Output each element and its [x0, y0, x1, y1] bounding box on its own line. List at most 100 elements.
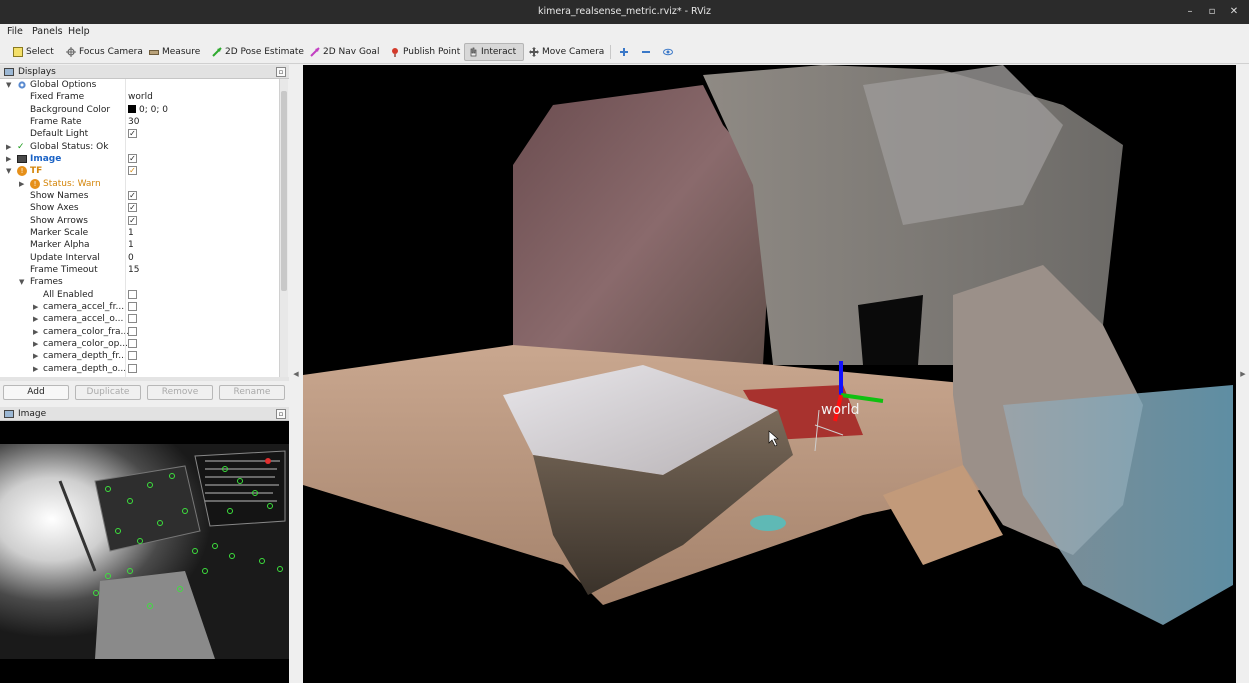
tool-move-camera[interactable]: Move Camera	[525, 43, 608, 61]
displays-horizontal-scrollbar[interactable]	[0, 377, 289, 381]
image-panel-icon	[4, 409, 14, 418]
toolbar-separator	[610, 45, 611, 59]
close-displays-panel-button[interactable]: ▫	[276, 67, 286, 77]
expand-arrow-icon[interactable]: ▶	[33, 301, 38, 313]
menu-help[interactable]: Help	[68, 26, 90, 37]
add-tool-button[interactable]	[615, 43, 633, 61]
minimize-button[interactable]: –	[1182, 4, 1198, 20]
frame-rate-label: Frame Rate	[30, 117, 82, 127]
tree-row-fixed-frame[interactable]: Fixed Frame world	[0, 91, 279, 103]
expand-arrow-icon[interactable]: ▶	[6, 141, 11, 153]
tree-row-frame-item[interactable]: ▶ camera_color_fra...	[0, 326, 279, 338]
tf-display-checkbox[interactable]: ✓	[128, 166, 137, 175]
tree-row-tf-status[interactable]: ▶ ! Status: Warn	[0, 178, 279, 190]
expand-arrow-icon[interactable]: ▶	[19, 178, 24, 190]
tree-row-frame-item[interactable]: ▶ camera_accel_o...	[0, 313, 279, 325]
frame-item-checkbox[interactable]	[128, 351, 137, 360]
visibility-tool-button[interactable]	[659, 43, 677, 61]
tree-row-default-light[interactable]: Default Light ✓	[0, 128, 279, 140]
tool-2d-nav-goal[interactable]: 2D Nav Goal	[306, 43, 383, 61]
remove-display-button[interactable]: Remove	[147, 385, 213, 400]
tree-row-global-options[interactable]: ▼ Global Options	[0, 79, 279, 91]
frame-item-checkbox[interactable]	[128, 364, 137, 373]
menu-panels[interactable]: Panels	[32, 26, 63, 37]
splitter-arrow-icon: ▶	[1240, 370, 1246, 378]
close-image-panel-button[interactable]: ▫	[276, 409, 286, 419]
right-splitter[interactable]: ▶	[1236, 65, 1249, 683]
expand-arrow-icon[interactable]: ▶	[33, 326, 38, 338]
tree-row-frame-rate[interactable]: Frame Rate 30	[0, 116, 279, 128]
tree-row-update-interval[interactable]: Update Interval 0	[0, 252, 279, 264]
warning-icon: !	[30, 179, 40, 189]
expand-arrow-icon[interactable]: ▶	[33, 313, 38, 325]
scrollbar-thumb[interactable]	[281, 91, 287, 291]
tool-bar: Select Focus Camera Measure 2D Pose Esti…	[0, 40, 1249, 64]
collapse-arrow-icon[interactable]: ▼	[6, 79, 11, 91]
tool-measure[interactable]: Measure	[145, 43, 204, 61]
close-window-button[interactable]: ✕	[1226, 4, 1242, 20]
tool-2d-pose-estimate-label: 2D Pose Estimate	[225, 47, 304, 57]
tree-row-show-names[interactable]: Show Names ✓	[0, 190, 279, 202]
frame-item-checkbox[interactable]	[128, 339, 137, 348]
3d-render-view[interactable]: world	[303, 65, 1236, 683]
show-arrows-label: Show Arrows	[30, 216, 88, 226]
tree-row-frame-timeout[interactable]: Frame Timeout 15	[0, 264, 279, 276]
tool-publish-point[interactable]: Publish Point	[386, 43, 464, 61]
tree-row-frame-item[interactable]: ▶ camera_color_op...	[0, 338, 279, 350]
maximize-button[interactable]: ▫	[1204, 4, 1220, 20]
collapse-arrow-icon[interactable]: ▼	[6, 165, 11, 177]
tool-2d-pose-estimate[interactable]: 2D Pose Estimate	[208, 43, 308, 61]
expand-arrow-icon[interactable]: ▶	[6, 153, 11, 165]
tree-row-show-arrows[interactable]: Show Arrows ✓	[0, 215, 279, 227]
expand-arrow-icon[interactable]: ▶	[33, 363, 38, 375]
frame-timeout-value[interactable]: 15	[128, 264, 139, 276]
remove-tool-icon	[642, 51, 650, 53]
fixed-frame-value[interactable]: world	[128, 91, 153, 103]
all-enabled-checkbox[interactable]	[128, 290, 137, 299]
tree-row-frame-item[interactable]: ▶ camera_depth_o...	[0, 363, 279, 375]
frame-item-label: camera_depth_fr...	[43, 351, 127, 361]
marker-scale-value[interactable]: 1	[128, 227, 134, 239]
tree-row-frame-item[interactable]: ▶ camera_depth_fr...	[0, 350, 279, 362]
show-axes-checkbox[interactable]: ✓	[128, 203, 137, 212]
tree-row-frame-item[interactable]: ▶ camera_accel_fr...	[0, 301, 279, 313]
frame-item-label: camera_color_op...	[43, 339, 128, 349]
camera-image-view[interactable]	[0, 421, 289, 683]
duplicate-display-button[interactable]: Duplicate	[75, 385, 141, 400]
rename-display-button[interactable]: Rename	[219, 385, 285, 400]
marker-alpha-value[interactable]: 1	[128, 239, 134, 251]
tf-display-label: TF	[30, 166, 43, 176]
expand-arrow-icon[interactable]: ▶	[33, 350, 38, 362]
tool-interact[interactable]: Interact	[464, 43, 524, 61]
image-display-checkbox[interactable]: ✓	[128, 154, 137, 163]
marker-scale-label: Marker Scale	[30, 228, 89, 238]
expand-arrow-icon[interactable]: ▶	[33, 338, 38, 350]
update-interval-value[interactable]: 0	[128, 252, 134, 264]
tree-row-frames[interactable]: ▼ Frames	[0, 276, 279, 288]
collapse-arrow-icon[interactable]: ▼	[19, 276, 24, 288]
tree-row-global-status[interactable]: ▶ ✓ Global Status: Ok	[0, 141, 279, 153]
menu-file[interactable]: File	[7, 26, 23, 37]
tool-select[interactable]: Select	[9, 43, 58, 61]
frame-item-checkbox[interactable]	[128, 314, 137, 323]
show-names-checkbox[interactable]: ✓	[128, 191, 137, 200]
tree-row-show-axes[interactable]: Show Axes ✓	[0, 202, 279, 214]
default-light-checkbox[interactable]: ✓	[128, 129, 137, 138]
tool-focus-camera[interactable]: Focus Camera	[62, 43, 147, 61]
background-color-value[interactable]: 0; 0; 0	[128, 104, 168, 116]
tree-row-image[interactable]: ▶ Image ✓	[0, 153, 279, 165]
frame-rate-value[interactable]: 30	[128, 116, 139, 128]
left-splitter[interactable]: ◀	[289, 65, 303, 683]
show-arrows-checkbox[interactable]: ✓	[128, 216, 137, 225]
tree-row-marker-scale[interactable]: Marker Scale 1	[0, 227, 279, 239]
menu-bar: File Panels Help	[0, 24, 1249, 40]
add-display-button[interactable]: Add	[3, 385, 69, 400]
tree-row-background-color[interactable]: Background Color 0; 0; 0	[0, 104, 279, 116]
remove-tool-button[interactable]	[637, 43, 655, 61]
frame-item-checkbox[interactable]	[128, 302, 137, 311]
frame-item-checkbox[interactable]	[128, 327, 137, 336]
tree-row-tf[interactable]: ▼ ! TF ✓	[0, 165, 279, 177]
tree-row-marker-alpha[interactable]: Marker Alpha 1	[0, 239, 279, 251]
tree-row-all-enabled[interactable]: All Enabled	[0, 289, 279, 301]
displays-vertical-scrollbar[interactable]	[279, 79, 288, 377]
